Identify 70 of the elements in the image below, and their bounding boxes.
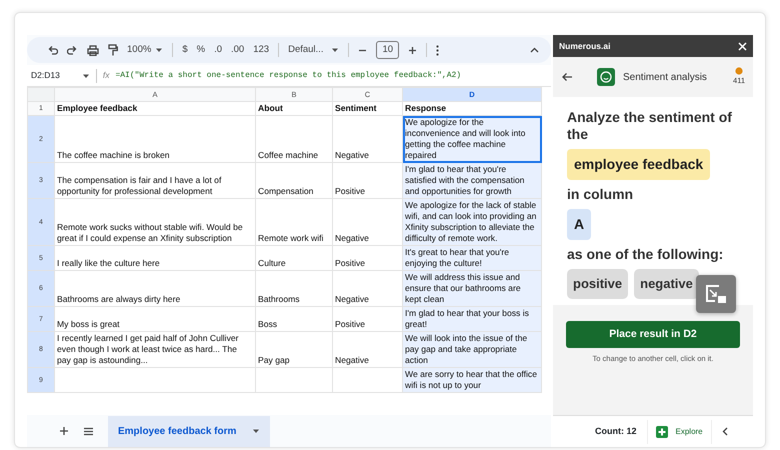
font-dropdown[interactable]: Defaul... (288, 42, 340, 58)
prompt-text: as one of the following: (567, 246, 724, 263)
close-icon[interactable] (738, 42, 747, 50)
table-cell: Bathrooms are always dirty here (54, 270, 256, 306)
column-title: Employee feedback (54, 102, 256, 116)
table-cell: Coffee machine (256, 116, 332, 162)
table-cell: We will address this issue and ensure that our bathrooms are kept clean (402, 270, 542, 306)
table-cell: The coffee machine is broken (54, 116, 256, 162)
picture-in-picture-button[interactable] (696, 275, 736, 313)
table-cell: My boss is great (54, 306, 256, 332)
formula-field[interactable]: =AI("Write a short one-sentence response to this employee feedback:",A2) (115, 70, 462, 82)
smiley-icon (597, 68, 615, 86)
more-icon[interactable] (436, 44, 440, 56)
table-cell: Remote work wifi (256, 198, 332, 246)
caret-icon (331, 47, 340, 53)
tool-title: Sentiment analysis (623, 70, 707, 84)
table-cell: We will look into the issue of the pay gap and take appropriate action (402, 332, 542, 368)
explore-button[interactable]: Explore (646, 420, 712, 444)
count-label: Count: 12 (595, 424, 636, 438)
table-cell: I'm glad to hear that you're satisfied with the compensation and opportunities for growth (402, 162, 542, 198)
place-result-button[interactable]: Place result in D2 (566, 320, 740, 348)
redo-icon[interactable] (67, 45, 78, 55)
table-cell: It's great to hear that you're enjoying the culture! (402, 246, 542, 270)
explore-icon (656, 426, 668, 438)
format-button[interactable]: .0 (214, 42, 222, 58)
resize-icon (705, 284, 727, 304)
name-box[interactable]: D2:D13 (31, 69, 90, 82)
zoom-dropdown[interactable]: 100% (127, 42, 164, 58)
input-chip[interactable]: employee feedback (567, 149, 710, 180)
paint-roller-icon[interactable] (108, 44, 118, 56)
table-cell: Bathrooms (256, 270, 332, 306)
table-cell: Boss (256, 306, 332, 332)
table-cell: We apologize for the lack of stable wifi, and can look into providing an Xfinity subscription to alleviate the difficulty of remote work. (402, 198, 542, 246)
format-button[interactable]: .00 (231, 42, 244, 58)
caret-icon (252, 428, 260, 434)
caret-icon (82, 72, 90, 78)
table-cell: Culture (256, 246, 332, 270)
prompt-text: Analyze the sentiment of the (567, 109, 733, 143)
coin-icon (735, 67, 744, 76)
format-button[interactable]: % (196, 42, 206, 58)
table-cell: I recently learned I get paid half of John Culliver even though I work at least twice as hard... The pay gap is astounding... (54, 332, 256, 368)
back-arrow-icon[interactable] (561, 72, 573, 82)
sheet-list-icon[interactable] (83, 426, 94, 436)
sheet-tab[interactable]: Employee feedback form (108, 416, 270, 446)
format-button[interactable]: 123 (253, 42, 270, 58)
fx-label: fx (102, 69, 110, 82)
option-chip[interactable]: negative (634, 269, 699, 298)
undo-icon[interactable] (47, 45, 58, 55)
column-chip[interactable]: A (567, 209, 592, 240)
table-cell: I'm glad to hear that your boss is great! (402, 306, 542, 332)
table-cell: Compensation (256, 162, 332, 198)
prompt-text: in column (567, 186, 634, 203)
plus-icon[interactable] (408, 46, 418, 54)
column-title: About (256, 102, 332, 116)
table-cell: Remote work sucks without stable wifi. Would be great if I could expense an Xfinity subscription (54, 198, 256, 246)
print-icon[interactable] (87, 44, 99, 56)
column-title: Sentiment (332, 102, 402, 116)
table-cell: The compensation is fair and I have a lot of opportunity for professional development (54, 162, 256, 198)
table-cell: We apologize for the inconvenience and will look into getting the coffee machine repaired (402, 116, 542, 162)
chevron-left-icon[interactable] (722, 427, 728, 436)
format-button[interactable]: $ (182, 42, 188, 58)
font-size-field[interactable]: 10 (376, 40, 400, 60)
collapse-icon[interactable] (530, 47, 539, 53)
table-cell: We are sorry to hear that the office wifi is not up to your (402, 368, 542, 392)
table-cell: Pay gap (256, 332, 332, 368)
panel-title: Numerous.ai (559, 40, 610, 52)
option-chip[interactable]: positive (567, 269, 628, 298)
add-sheet-icon[interactable] (59, 426, 69, 436)
table-cell: I really like the culture here (54, 246, 256, 270)
caret-icon (155, 47, 164, 53)
